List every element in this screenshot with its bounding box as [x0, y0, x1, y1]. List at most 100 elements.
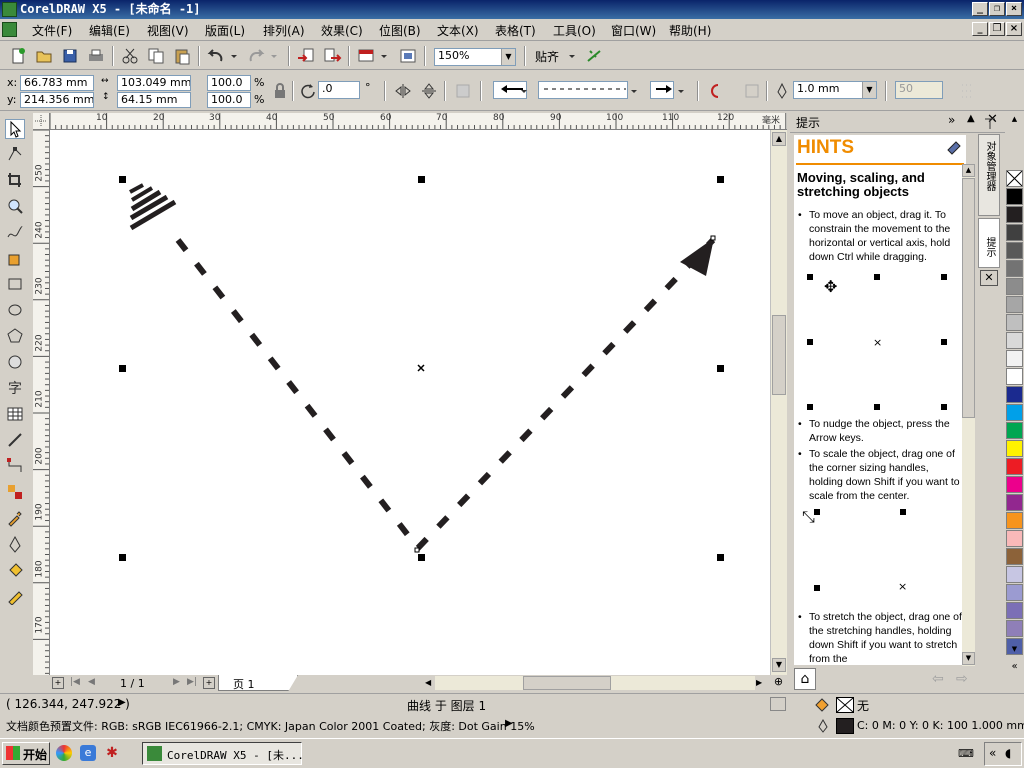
line-style-select[interactable]	[538, 81, 628, 99]
menu-bitmaps[interactable]: 位图(B)	[379, 22, 421, 39]
color-swatch[interactable]	[1006, 620, 1023, 637]
selection-handle[interactable]	[119, 176, 126, 183]
print-icon[interactable]	[86, 46, 106, 66]
color-swatch[interactable]	[1006, 404, 1023, 421]
menu-effects[interactable]: 效果(C)	[321, 22, 363, 39]
add-page-after-icon[interactable]: +	[203, 677, 215, 689]
export-icon[interactable]	[322, 46, 342, 66]
color-swatch[interactable]	[1006, 314, 1023, 331]
dimension-tool-icon[interactable]	[5, 431, 25, 451]
color-swatch[interactable]	[1006, 512, 1023, 529]
scale-x-input[interactable]: 100.0	[207, 75, 251, 91]
color-swatch[interactable]	[1006, 476, 1023, 493]
menu-edit[interactable]: 编辑(E)	[89, 22, 130, 39]
drawing-canvas[interactable]	[50, 130, 770, 675]
fill-tool-icon[interactable]	[5, 561, 25, 581]
color-swatch[interactable]	[1006, 278, 1023, 295]
menu-help[interactable]: 帮助(H)	[669, 22, 711, 39]
x-position-input[interactable]: 66.783 mm	[20, 75, 94, 91]
color-swatch[interactable]	[1006, 530, 1023, 547]
lock-ratio-icon[interactable]	[270, 81, 290, 101]
menu-tools[interactable]: 工具(O)	[553, 22, 596, 39]
docker-pin-icon[interactable]	[979, 113, 1001, 133]
publish-dropdown-icon[interactable]	[378, 46, 390, 66]
horizontal-scroll-thumb[interactable]	[523, 676, 611, 690]
connector-tool-icon[interactable]	[5, 457, 25, 477]
color-swatch[interactable]	[1006, 548, 1023, 565]
home-icon[interactable]: ⌂	[794, 668, 816, 690]
hints-scroll-thumb[interactable]	[962, 178, 975, 418]
menu-file[interactable]: 文件(F)	[32, 22, 72, 39]
scroll-up-icon[interactable]: ▲	[772, 132, 786, 146]
forward-arrow-icon[interactable]: ⇨	[956, 671, 968, 687]
selection-handles[interactable]	[119, 176, 724, 561]
vertical-scrollbar[interactable]: ▲ ▼	[770, 130, 787, 675]
rectangle-tool-icon[interactable]	[5, 275, 25, 295]
wrap-text-icon[interactable]	[453, 81, 473, 101]
redo-icon[interactable]	[246, 46, 266, 66]
save-icon[interactable]	[60, 46, 80, 66]
previous-page-icon[interactable]: ◀	[88, 677, 95, 687]
doc-minimize-button[interactable]: _	[972, 22, 988, 36]
redo-dropdown-icon[interactable]	[268, 46, 280, 66]
outline-tool-icon[interactable]	[5, 535, 25, 555]
open-icon[interactable]	[34, 46, 54, 66]
menu-layout[interactable]: 版面(L)	[205, 22, 245, 39]
table-tool-icon[interactable]	[5, 405, 25, 425]
color-swatch[interactable]	[1006, 188, 1023, 205]
color-swatch[interactable]	[1006, 224, 1023, 241]
menu-view[interactable]: 视图(V)	[147, 22, 189, 39]
miter-limit-input[interactable]: 50	[895, 81, 943, 99]
chrome-icon[interactable]	[56, 745, 72, 761]
menu-window[interactable]: 窗口(W)	[611, 22, 656, 39]
text-tool-icon[interactable]: 字	[5, 379, 25, 399]
color-swatch[interactable]	[1006, 494, 1023, 511]
color-swatch[interactable]	[1006, 242, 1023, 259]
cut-icon[interactable]	[120, 46, 140, 66]
copy-icon[interactable]	[146, 46, 166, 66]
book-icon[interactable]	[946, 140, 962, 156]
color-swatch[interactable]	[1006, 602, 1023, 619]
tray-expand-icon[interactable]: «	[989, 746, 996, 760]
collapse-up-icon[interactable]: ▲	[967, 113, 975, 124]
ellipse-tool-icon[interactable]	[5, 301, 25, 321]
color-swatch[interactable]	[1006, 566, 1023, 583]
smart-fill-tool-icon[interactable]	[5, 249, 25, 269]
palette-expand-icon[interactable]: «	[1006, 661, 1023, 675]
snap-dropdown-icon[interactable]	[566, 46, 578, 66]
color-swatch[interactable]	[1006, 584, 1023, 601]
publish-pdf-icon[interactable]	[356, 46, 376, 66]
menu-arrange[interactable]: 排列(A)	[263, 22, 305, 39]
first-page-icon[interactable]: |◀	[70, 677, 80, 687]
import-icon[interactable]	[296, 46, 316, 66]
hints-scroll-down-icon[interactable]: ▼	[962, 652, 975, 665]
speaker-icon[interactable]: ◖	[1005, 746, 1011, 760]
tab-hints[interactable]: 提示	[978, 218, 1000, 268]
outline-width-select[interactable]: 1.0 mm ▼	[793, 81, 877, 99]
add-page-before-icon[interactable]: +	[52, 677, 64, 689]
pick-tool-icon[interactable]	[5, 119, 25, 139]
app-shortcut-icon[interactable]: ✱	[104, 745, 120, 761]
options-icon[interactable]	[584, 46, 604, 66]
doc-restore-button[interactable]: ❐	[989, 22, 1005, 36]
convert-to-curves-icon[interactable]	[742, 81, 762, 101]
menu-text[interactable]: 文本(X)	[437, 22, 479, 39]
color-swatch[interactable]	[1006, 458, 1023, 475]
blend-tool-icon[interactable]	[5, 483, 25, 503]
mirror-horizontal-icon[interactable]	[393, 81, 413, 101]
color-swatch[interactable]	[1006, 440, 1023, 457]
scroll-left-icon[interactable]: ◀	[425, 676, 435, 690]
back-arrow-icon[interactable]: ⇦	[932, 671, 944, 687]
fill-swatch[interactable]	[836, 697, 854, 713]
ie-icon[interactable]: e	[80, 745, 96, 761]
menu-table[interactable]: 表格(T)	[495, 22, 536, 39]
outline-swatch[interactable]	[836, 718, 854, 734]
basic-shapes-tool-icon[interactable]	[5, 353, 25, 373]
end-arrow-dropdown-icon[interactable]	[675, 81, 687, 101]
polygon-tool-icon[interactable]	[5, 327, 25, 347]
doc-close-button[interactable]: ×	[1006, 22, 1022, 36]
selection-handle[interactable]	[717, 176, 724, 183]
eyedropper-tool-icon[interactable]	[5, 509, 25, 529]
paste-icon[interactable]	[172, 46, 192, 66]
line-style-dropdown-icon[interactable]	[628, 81, 640, 101]
